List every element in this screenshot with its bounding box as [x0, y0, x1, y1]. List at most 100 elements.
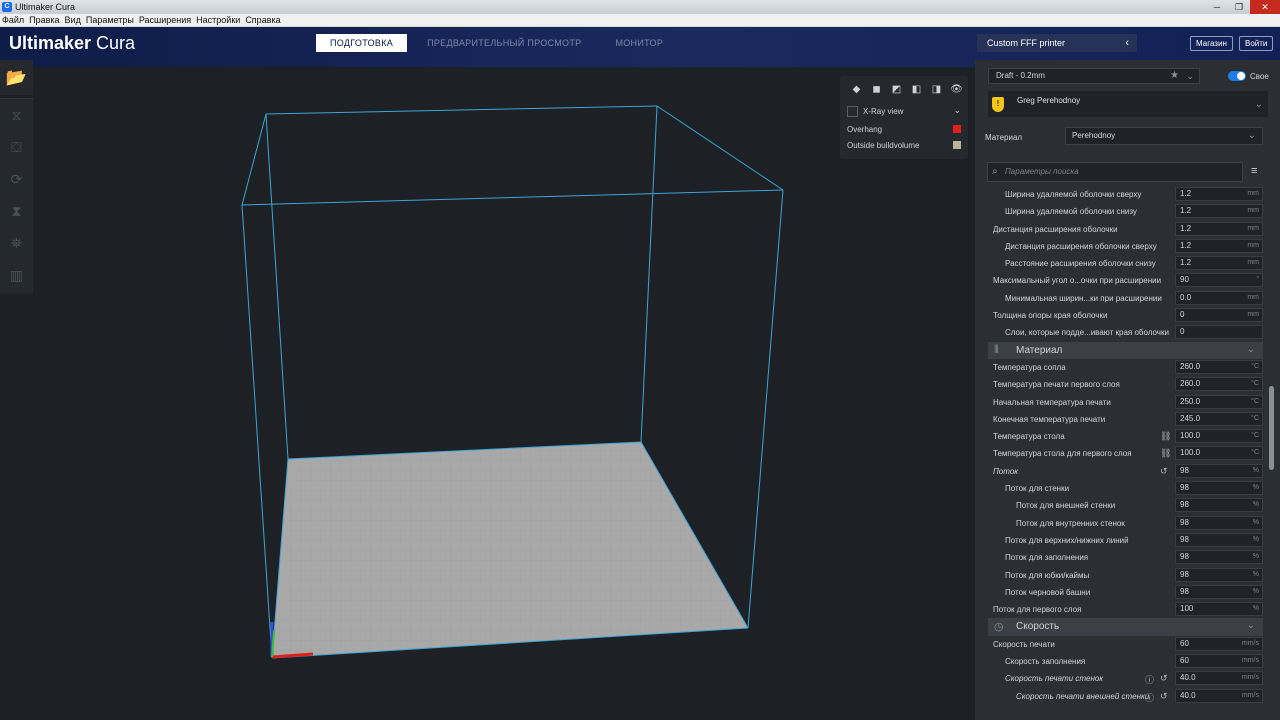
printer-selector[interactable]: Custom FFF printer ‹ [977, 34, 1137, 52]
setting-value-input[interactable]: 98% [1175, 532, 1263, 547]
link-icon[interactable]: ⛓ [1160, 448, 1171, 459]
view-type-icon[interactable]: 👁 [948, 84, 965, 96]
setting-value-input[interactable]: 60 mm/s [1175, 654, 1263, 669]
setting-unit: % [1252, 587, 1259, 595]
setting-value-input[interactable]: 250.0 °C [1175, 394, 1263, 409]
setting-row: Поток для верхних/нижних линий 98% [975, 532, 1267, 549]
menu-preferences[interactable]: Настройки [196, 15, 240, 25]
setting-value-input[interactable]: 98% [1175, 481, 1263, 496]
menu-settings[interactable]: Параметры [86, 15, 134, 25]
setting-value-input[interactable]: 98% [1175, 515, 1263, 530]
setting-unit: ° [1256, 276, 1259, 284]
setting-value-input[interactable]: 1.2 mm [1175, 204, 1263, 219]
setting-value-input[interactable]: 1.2 mm [1175, 221, 1263, 236]
view-3d-icon[interactable]: ◆ [848, 84, 865, 96]
settings-search-input[interactable]: ⌕ Параметры поиска [987, 162, 1243, 182]
custom-mode-toggle[interactable] [1228, 71, 1246, 81]
outside-label: Outside buildvolume [847, 140, 920, 150]
setting-value-input[interactable]: 40.0 mm/s [1175, 688, 1263, 703]
printer-name: Custom FFF printer [987, 38, 1066, 48]
setting-value-input[interactable]: 100.0 °C [1175, 429, 1263, 444]
open-file-button[interactable]: 📂 [0, 60, 33, 95]
move-tool-button[interactable]: ⧖ [0, 99, 33, 131]
setting-value: 0.0 [1180, 292, 1192, 302]
3d-viewport[interactable] [0, 67, 975, 720]
setting-row: Расстояние расширения оболочки снизу 1.2 m… [975, 255, 1267, 272]
setting-value-input[interactable]: 98% [1175, 567, 1263, 582]
view-right-icon[interactable]: ◨ [928, 84, 945, 96]
setting-row: Дистанция расширения оболочки 1.2 mm [975, 221, 1267, 238]
per-model-settings-button[interactable]: ⛯ [0, 227, 33, 259]
setting-value: 60 [1180, 656, 1189, 666]
overhang-swatch [953, 125, 961, 133]
tab-monitor[interactable]: МОНИТОР [601, 34, 677, 52]
profile-selector[interactable]: Draft - 0.2mm ★ ⌄ [988, 68, 1200, 84]
setting-label: Температура печати первого слоя [993, 380, 1120, 390]
rotate-tool-button[interactable]: ⟳ [0, 163, 33, 195]
link-icon[interactable]: ⛓ [1160, 431, 1171, 442]
menu-extensions[interactable]: Расширения [139, 15, 191, 25]
tab-prepare[interactable]: ПОДГОТОВКА [316, 34, 408, 52]
menu-view[interactable]: Вид [65, 15, 81, 25]
setting-value-input[interactable]: 40.0 mm/s [1175, 671, 1263, 686]
setting-value-input[interactable]: 100% [1175, 602, 1263, 617]
mirror-tool-button[interactable]: ⧗ [0, 195, 33, 227]
setting-value-input[interactable]: 0 mm [1175, 308, 1263, 323]
category-speed[interactable]: ◷ Скорость ⌄ [988, 618, 1263, 636]
tab-preview[interactable]: ПРЕДВАРИТЕЛЬНЫЙ ПРОСМОТР [413, 34, 595, 52]
scale-tool-button[interactable]: ⛋ [0, 131, 33, 163]
setting-value-input[interactable]: 100.0 °C [1175, 446, 1263, 461]
category-material[interactable]: ⦀ Материал ⌄ [988, 341, 1263, 359]
setting-value-input[interactable]: 1.2 mm [1175, 238, 1263, 253]
material-icon: ⦀ [994, 343, 999, 356]
mirror-icon: ⧗ [11, 202, 22, 219]
setting-value-input[interactable]: 0.0 mm [1175, 290, 1263, 305]
setting-value-input[interactable]: 1.2 mm [1175, 187, 1263, 201]
setting-label: Поток для заполнения [1005, 553, 1089, 563]
menu-bar: Файл Правка Вид Параметры Расширения Нас… [0, 14, 1280, 27]
setting-value-input[interactable]: 260.0 °C [1175, 377, 1263, 392]
setting-value-input[interactable]: 260.0 °C [1175, 359, 1263, 374]
setting-value-input[interactable]: 98% [1175, 550, 1263, 565]
setting-value-input[interactable]: 1.2 mm [1175, 256, 1263, 271]
setting-unit: % [1252, 466, 1259, 474]
setting-label: Поток для юбки/каймы [1005, 570, 1090, 580]
setting-row: Температура стола для первого слоя ⛓ 100.0… [975, 445, 1267, 462]
star-icon[interactable]: ★ [1170, 69, 1179, 83]
setting-row: Поток для первого слоя 100% [975, 601, 1267, 618]
user-profile-row[interactable]: ! Greg Perehodnoy ⌄ [988, 91, 1268, 117]
reset-icon[interactable]: ↺ [1160, 691, 1168, 702]
xray-view-dropdown[interactable]: X-Ray view ⌄ [847, 105, 961, 118]
setting-value-input[interactable]: 90 ° [1175, 273, 1263, 288]
menu-file[interactable]: Файл [2, 15, 24, 25]
setting-row: Поток для заполнения 98% [975, 549, 1267, 566]
maximize-button[interactable]: ❐ [1228, 0, 1250, 14]
close-button[interactable]: ✕ [1250, 0, 1280, 14]
setting-value-input[interactable]: 98% [1175, 498, 1263, 513]
view-front-icon[interactable]: ◼ [868, 84, 885, 96]
speed-icon: ◷ [994, 621, 1004, 634]
view-left-icon[interactable]: ◧ [908, 84, 925, 96]
setting-value-input[interactable]: 98% [1175, 463, 1263, 478]
menu-help[interactable]: Справка [245, 15, 280, 25]
settings-scrollbar[interactable] [1269, 386, 1274, 470]
setting-row: Скорость печати 60 mm/s [975, 636, 1267, 653]
build-volume-scene [241, 105, 784, 659]
menu-edit[interactable]: Правка [29, 15, 59, 25]
setting-value-input[interactable]: 60 mm/s [1175, 636, 1263, 651]
material-selector[interactable]: Perehodnoy ⌄ [1065, 127, 1263, 145]
settings-menu-icon[interactable]: ≡ [1251, 165, 1257, 177]
setting-value-input[interactable]: 245.0 °C [1175, 411, 1263, 426]
signin-button[interactable]: Войти [1239, 36, 1274, 51]
view-top-icon[interactable]: ◩ [888, 84, 905, 96]
support-blocker-button[interactable]: ▥ [0, 259, 33, 291]
store-button[interactable]: Магазин [1190, 36, 1233, 51]
reset-icon[interactable]: ↺ [1160, 466, 1168, 477]
reset-icon[interactable]: ↺ [1160, 673, 1168, 684]
xray-checkbox[interactable] [847, 106, 858, 117]
stage-tabs: ПОДГОТОВКА ПРЕДВАРИТЕЛЬНЫЙ ПРОСМОТР МОНИ… [316, 34, 683, 52]
setting-value-input[interactable]: 98% [1175, 584, 1263, 599]
minimize-button[interactable]: ─ [1206, 0, 1228, 14]
setting-unit: % [1252, 518, 1259, 526]
setting-value-input[interactable]: 0 [1175, 325, 1263, 340]
